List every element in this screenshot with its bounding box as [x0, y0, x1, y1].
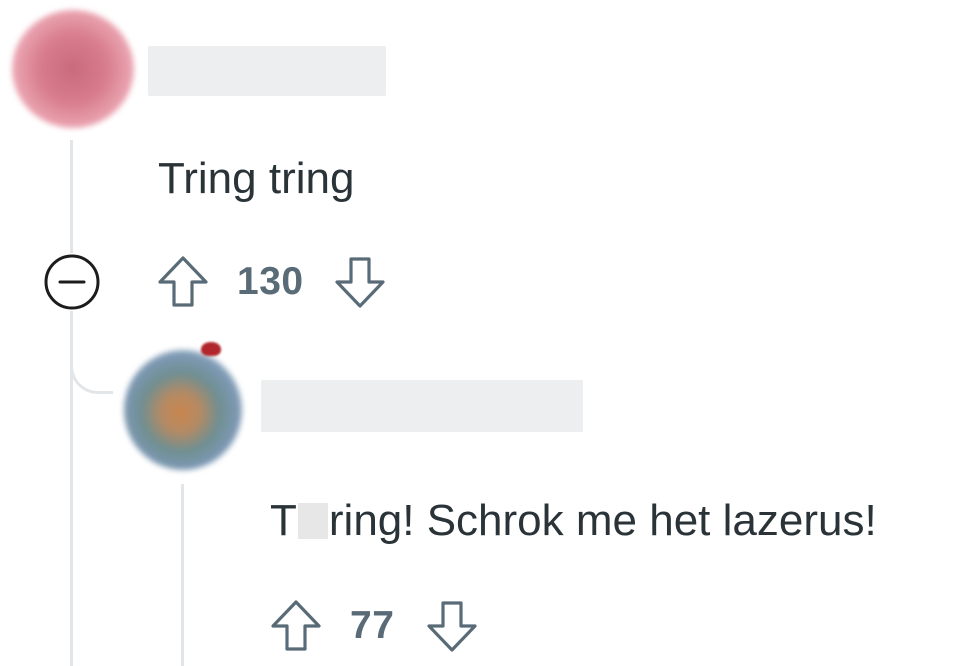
thread-line-reply[interactable]: [181, 484, 184, 666]
vote-count: 130: [237, 260, 304, 303]
thread-connector-curve: [70, 311, 113, 394]
vote-count: 77: [350, 604, 395, 647]
vote-bar: 130: [157, 253, 386, 311]
comment-text-rest: ring! Schrok me het lazerus!: [328, 496, 877, 545]
avatar[interactable]: [12, 10, 134, 128]
upvote-icon[interactable]: [270, 598, 322, 654]
comment-text-start: T: [270, 496, 297, 545]
upvote-icon[interactable]: [157, 254, 209, 310]
vote-bar: 77: [270, 597, 478, 655]
redaction-block: [297, 503, 328, 539]
downvote-icon[interactable]: [426, 598, 478, 654]
comment-text: Tring! Schrok me het lazerus!: [270, 495, 877, 547]
downvote-icon[interactable]: [334, 254, 386, 310]
username-blurred[interactable]: [148, 46, 386, 96]
minus-circle-icon: [44, 254, 100, 310]
avatar-badge: [201, 342, 221, 356]
username-blurred[interactable]: [261, 380, 583, 432]
comment-text: Tring tring: [158, 154, 355, 203]
avatar[interactable]: [124, 350, 242, 470]
thread-line-root[interactable]: [70, 140, 73, 253]
collapse-thread-button[interactable]: [43, 253, 101, 311]
